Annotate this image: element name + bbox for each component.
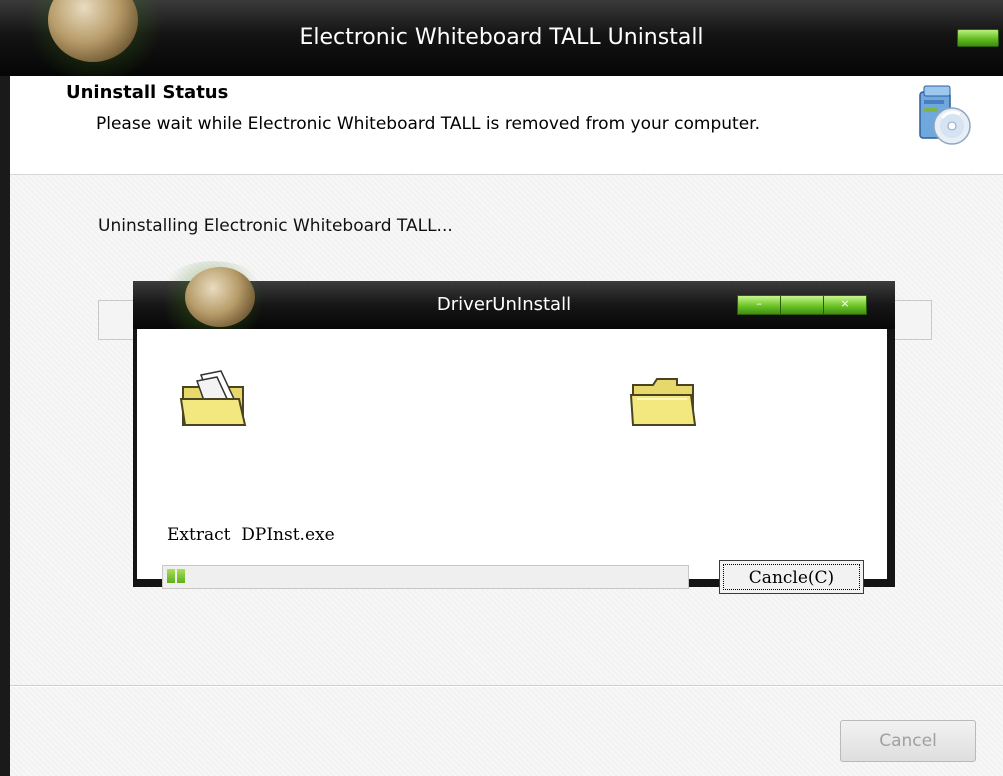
install-disc-icon: [919, 85, 971, 145]
maximize-button[interactable]: [780, 295, 824, 315]
extract-filename: DPInst.exe: [241, 525, 335, 545]
dialog-window-controls: – ×: [737, 295, 867, 315]
driver-uninstall-dialog: DriverUnInstall – × Extract DPInst.exe C…: [133, 261, 895, 594]
dialog-progress-bar: [162, 565, 689, 589]
cancle-button[interactable]: Cancle(C): [719, 560, 864, 594]
footer-divider-highlight: [10, 686, 1003, 687]
cancle-button-label: Cancle(C): [723, 564, 860, 590]
dialog-title-bar[interactable]: DriverUnInstall – ×: [133, 261, 895, 341]
window-title-bar[interactable]: Electronic Whiteboard TALL Uninstall: [0, 0, 1003, 80]
minimize-button[interactable]: –: [737, 295, 781, 315]
header-band: Uninstall Status Please wait while Elect…: [10, 76, 1003, 175]
dialog-body: Extract DPInst.exe Cancle(C): [137, 329, 887, 594]
status-text: Uninstalling Electronic Whiteboard TALL.…: [98, 216, 453, 236]
page-subtitle: Please wait while Electronic Whiteboard …: [96, 114, 760, 134]
closed-folder-icon: [629, 378, 697, 426]
window-title: Electronic Whiteboard TALL Uninstall: [299, 25, 704, 50]
extract-action: Extract: [167, 525, 231, 545]
window-control-button[interactable]: [957, 29, 999, 47]
progress-segment: [167, 569, 175, 583]
cancel-button[interactable]: Cancel: [840, 720, 976, 762]
page-title: Uninstall Status: [66, 82, 229, 103]
close-button[interactable]: ×: [823, 295, 867, 315]
extract-status: Extract DPInst.exe: [167, 525, 335, 545]
open-folder-icon: [179, 370, 247, 426]
progress-segment: [177, 569, 185, 583]
